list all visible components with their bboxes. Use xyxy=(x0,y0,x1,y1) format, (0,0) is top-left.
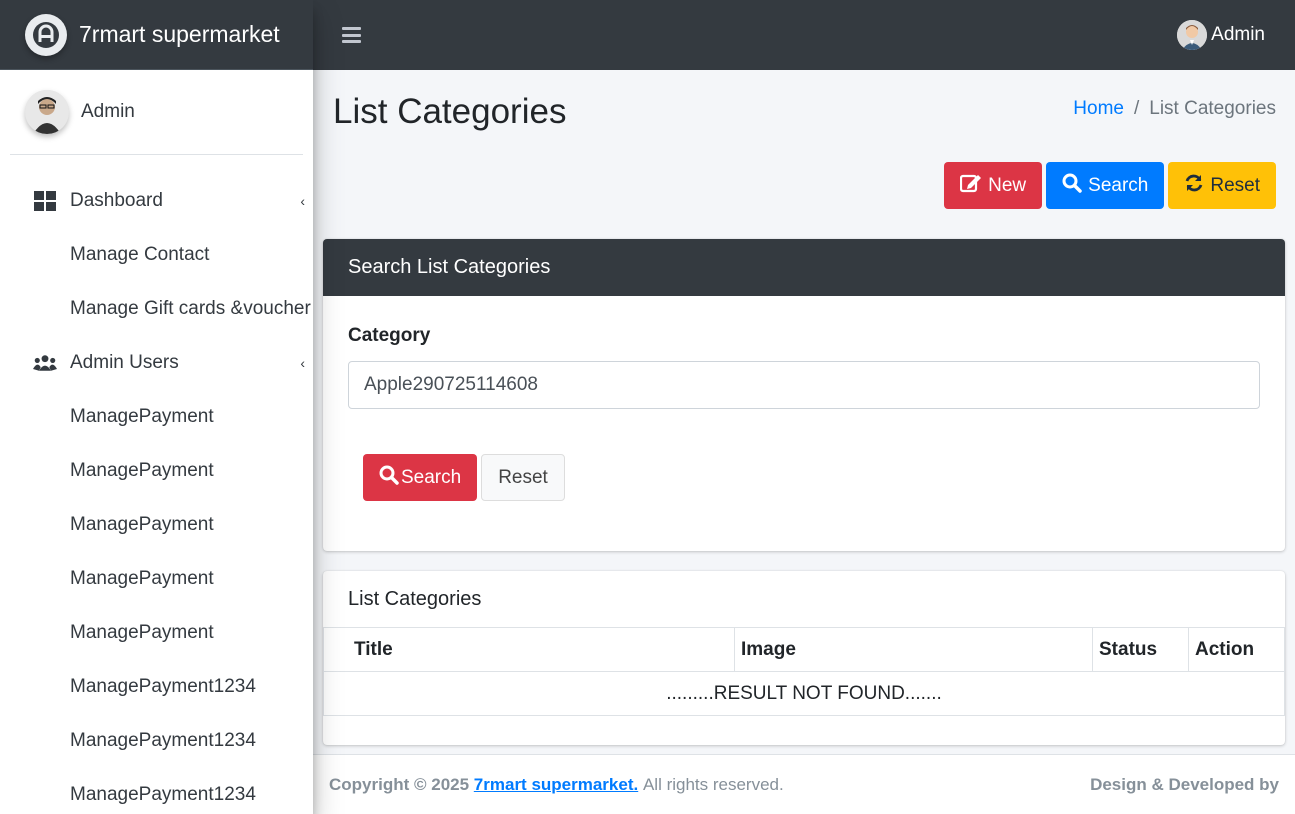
brand-logo-icon xyxy=(25,13,67,56)
sidebar-item-manage-gift-cards[interactable]: Manage Gift cards &voucher xyxy=(0,282,313,336)
table-row: .........RESULT NOT FOUND....... xyxy=(323,671,1285,716)
sidebar-item-label: ManagePayment xyxy=(70,622,214,643)
sidebar-item-managepayment1234[interactable]: ManagePayment1234 xyxy=(0,660,313,714)
breadcrumb: Home / List Categories xyxy=(1073,98,1276,120)
sidebar-item-manage-contact[interactable]: Manage Contact xyxy=(0,228,313,282)
search-card: Search List Categories Category Search R… xyxy=(323,239,1285,551)
column-header-title: Title xyxy=(323,627,735,672)
sidebar-item-dashboard[interactable]: Dashboard ‹ xyxy=(0,174,313,228)
sidebar: 7rmart supermarket Admin Dashboard ‹ Man… xyxy=(0,0,313,814)
sidebar-item-label: ManagePayment xyxy=(70,514,214,535)
search-form-actions: Search Reset xyxy=(363,454,565,501)
menu-toggle-icon[interactable] xyxy=(342,27,361,43)
sidebar-item-managepayment[interactable]: ManagePayment xyxy=(0,444,313,498)
column-header-status: Status xyxy=(1092,627,1189,672)
sidebar-item-label: ManagePayment xyxy=(70,568,214,589)
footer-credits: Design & Developed by xyxy=(1090,774,1279,794)
sidebar-item-label: Manage Gift cards &voucher xyxy=(70,298,311,319)
category-label: Category xyxy=(348,325,431,346)
search-button-label: Search xyxy=(1088,174,1149,196)
breadcrumb-separator: / xyxy=(1133,98,1140,119)
sidebar-item-label: ManagePayment1234 xyxy=(70,730,256,751)
footer-brand-link[interactable]: 7rmart supermarket. xyxy=(474,775,638,795)
sidebar-item-managepayment[interactable]: ManagePayment xyxy=(0,552,313,606)
top-navbar: Admin xyxy=(313,0,1295,70)
list-card-title: List Categories xyxy=(348,587,482,610)
top-user-avatar xyxy=(1177,20,1208,50)
top-user-name: Admin xyxy=(1211,24,1265,45)
sidebar-item-managepayment1234[interactable]: ManagePayment1234 xyxy=(0,714,313,768)
column-header-image: Image xyxy=(734,627,1093,672)
sidebar-item-label: Admin Users xyxy=(70,352,179,373)
chevron-left-icon: ‹ xyxy=(300,355,305,371)
search-reset-button[interactable]: Reset xyxy=(481,454,565,501)
edit-icon xyxy=(960,173,982,199)
sidebar-item-managepayment[interactable]: ManagePayment xyxy=(0,390,313,444)
table-header-row: Title Image Status Action xyxy=(323,627,1285,672)
sidebar-item-admin-users[interactable]: Admin Users ‹ xyxy=(0,336,313,390)
page-actions: New Search Reset xyxy=(944,162,1276,209)
main-content: List Categories Home / List Categories N… xyxy=(313,70,1295,814)
list-card: List Categories Title Image Status Actio… xyxy=(323,571,1285,745)
brand-link[interactable]: 7rmart supermarket xyxy=(0,0,313,70)
sidebar-user-name: Admin xyxy=(81,101,135,122)
search-submit-button[interactable]: Search xyxy=(363,454,478,501)
search-icon xyxy=(1062,173,1082,199)
reset-button[interactable]: Reset xyxy=(1168,162,1276,209)
footer-copyright: Copyright © 2025 xyxy=(329,774,470,794)
categories-table: Title Image Status Action .........RESUL… xyxy=(323,627,1285,716)
sidebar-item-managepayment[interactable]: ManagePayment xyxy=(0,606,313,660)
sidebar-item-managepayment1234[interactable]: ManagePayment1234 xyxy=(0,768,313,814)
new-button[interactable]: New xyxy=(944,162,1043,209)
footer-rights: All rights reserved. xyxy=(642,774,784,794)
search-submit-label: Search xyxy=(401,466,462,488)
chevron-left-icon: ‹ xyxy=(300,193,305,209)
search-icon xyxy=(379,465,399,491)
breadcrumb-current: List Categories xyxy=(1149,98,1276,119)
user-avatar xyxy=(25,90,69,134)
user-panel[interactable]: Admin xyxy=(10,70,303,155)
sidebar-item-label: ManagePayment1234 xyxy=(70,676,256,697)
search-card-header: Search List Categories xyxy=(323,239,1285,296)
refresh-icon xyxy=(1184,173,1204,199)
sidebar-item-label: Dashboard xyxy=(70,190,163,211)
sidebar-item-label: ManagePayment xyxy=(70,406,214,427)
users-icon xyxy=(33,352,57,374)
category-input[interactable] xyxy=(348,361,1260,409)
column-header-action: Action xyxy=(1188,627,1285,672)
breadcrumb-home-link[interactable]: Home xyxy=(1073,98,1124,120)
sidebar-item-managepayment[interactable]: ManagePayment xyxy=(0,498,313,552)
page-title: List Categories xyxy=(333,92,567,131)
footer: Copyright © 2025 7rmart supermarket. All… xyxy=(313,754,1295,814)
reset-button-label: Reset xyxy=(1210,174,1260,196)
empty-result-message: .........RESULT NOT FOUND....... xyxy=(323,671,1285,716)
new-button-label: New xyxy=(988,174,1027,196)
search-button[interactable]: Search xyxy=(1046,162,1165,209)
sidebar-nav: Dashboard ‹ Manage Contact Manage Gift c… xyxy=(0,155,313,814)
brand-name: 7rmart supermarket xyxy=(79,21,280,47)
sidebar-item-label: ManagePayment1234 xyxy=(70,784,256,805)
sidebar-item-label: Manage Contact xyxy=(70,244,210,265)
dashboard-icon xyxy=(33,190,57,212)
sidebar-item-label: ManagePayment xyxy=(70,460,214,481)
top-user-menu[interactable]: Admin xyxy=(1177,20,1265,50)
